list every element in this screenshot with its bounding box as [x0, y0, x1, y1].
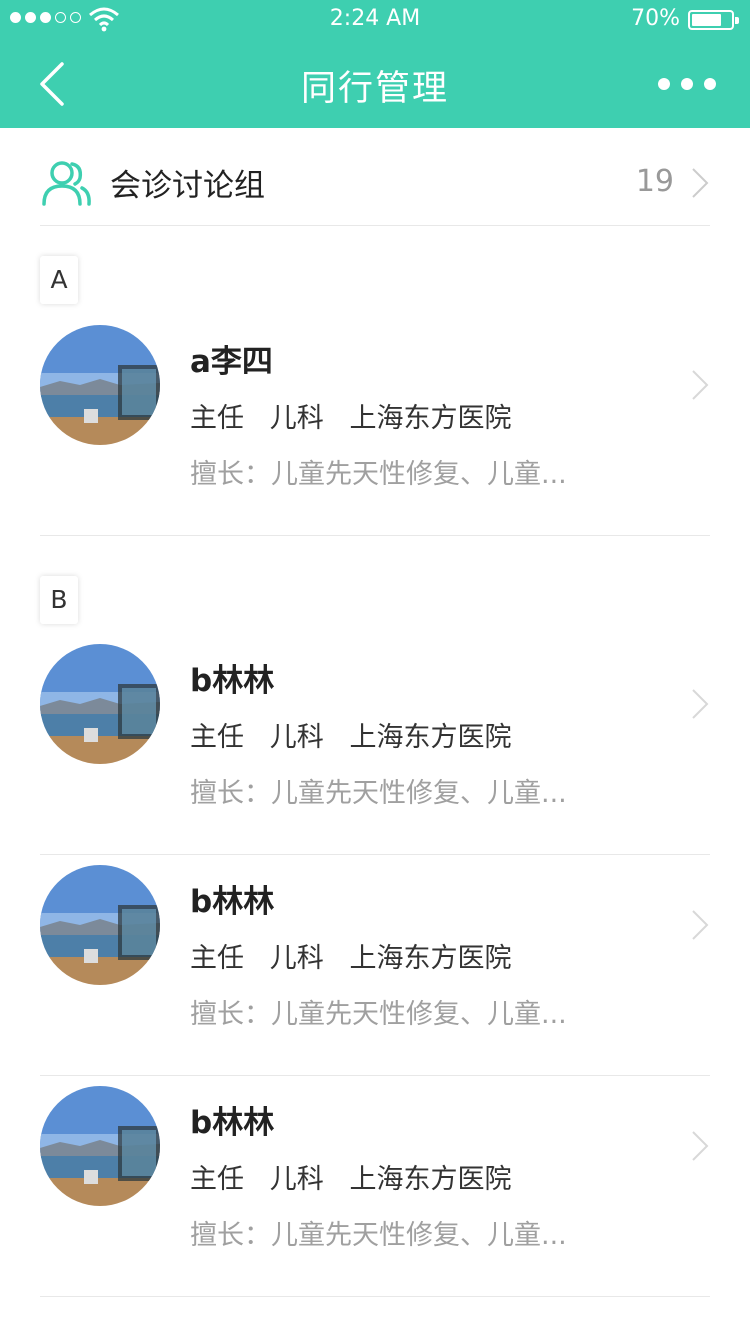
contact-name: b林林 — [190, 663, 275, 699]
avatar — [40, 865, 160, 985]
section-letter-b: B — [40, 576, 78, 624]
contact-row[interactable]: b林林 主任 儿科 上海东方医院 擅长：儿童先天性修复、儿童... — [40, 1077, 710, 1297]
battery-percentage: 70% — [631, 6, 680, 31]
avatar — [40, 325, 160, 445]
more-dots-icon[interactable] — [658, 66, 716, 102]
contact-row[interactable]: a李四 主任 儿科 上海东方医院 擅长：儿童先天性修复、儿童... — [40, 316, 710, 536]
chevron-right-icon — [692, 1131, 709, 1161]
status-bar: 2:24 AM 70% — [0, 0, 750, 40]
contact-name: b林林 — [190, 1105, 275, 1141]
discussion-group-row[interactable]: 会诊讨论组 19 — [40, 128, 710, 226]
contact-name: a李四 — [190, 344, 273, 380]
discussion-group-label: 会诊讨论组 — [110, 168, 265, 204]
contact-row[interactable]: b林林 主任 儿科 上海东方医院 擅长：儿童先天性修复、儿童... — [40, 856, 710, 1076]
contact-title-dept-hospital: 主任 儿科 上海东方医院 — [190, 403, 512, 434]
chevron-right-icon — [692, 689, 709, 719]
contact-specialty: 擅长：儿童先天性修复、儿童... — [190, 999, 567, 1030]
contact-row[interactable]: b林林 主任 儿科 上海东方医院 擅长：儿童先天性修复、儿童... — [40, 635, 710, 855]
page-title: 同行管理 — [300, 69, 449, 109]
chevron-right-icon — [692, 370, 709, 400]
discussion-group-count: 19 — [635, 164, 674, 199]
contact-specialty: 擅长：儿童先天性修复、儿童... — [190, 778, 567, 809]
contact-title-dept-hospital: 主任 儿科 上海东方医院 — [190, 722, 512, 753]
chevron-right-icon — [692, 910, 709, 940]
contact-title-dept-hospital: 主任 儿科 上海东方医院 — [190, 943, 512, 974]
battery-icon — [688, 10, 739, 30]
people-icon — [42, 161, 91, 206]
chevron-right-icon — [692, 168, 709, 198]
contact-name: b林林 — [190, 884, 275, 920]
avatar — [40, 644, 160, 764]
contact-specialty: 擅长：儿童先天性修复、儿童... — [190, 459, 567, 490]
nav-header: 2:24 AM 70% 同行管理 — [0, 0, 750, 128]
section-letter-a: A — [40, 256, 78, 304]
avatar — [40, 1086, 160, 1206]
contact-title-dept-hospital: 主任 儿科 上海东方医院 — [190, 1164, 512, 1195]
contact-specialty: 擅长：儿童先天性修复、儿童... — [190, 1220, 567, 1251]
